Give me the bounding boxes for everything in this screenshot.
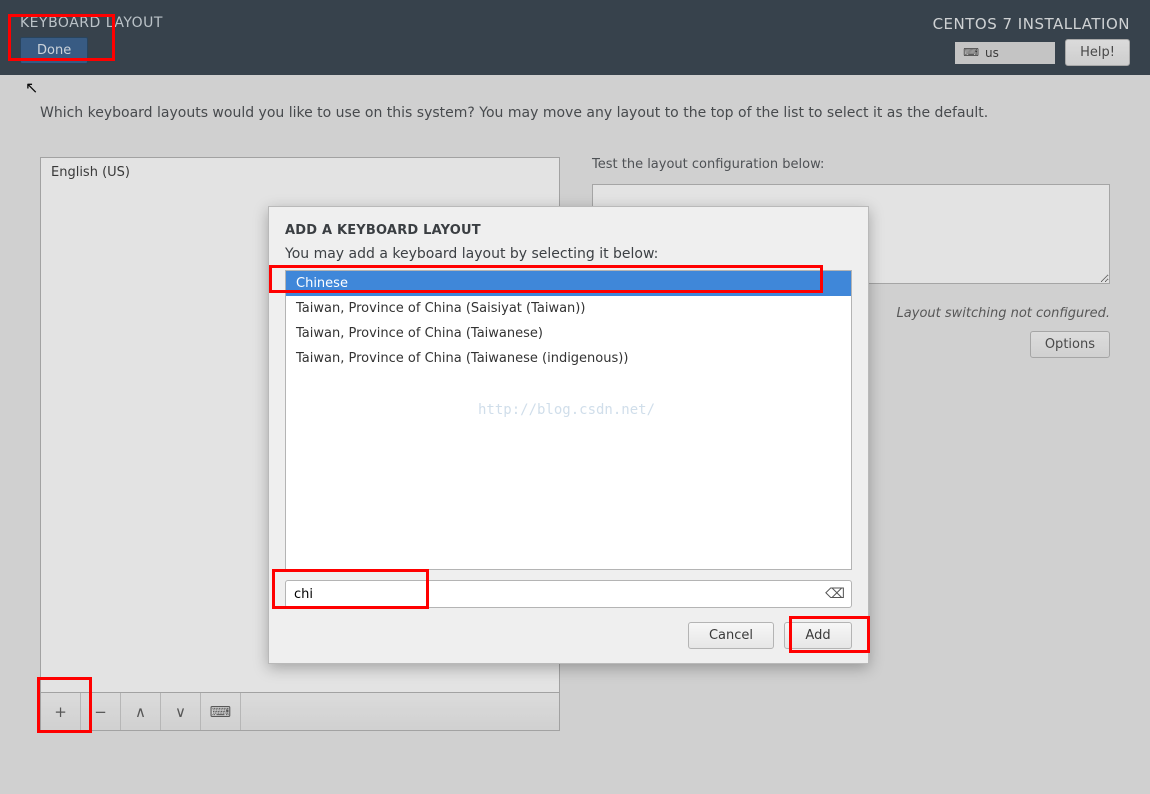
keyboard-icon: ⌨ [210,703,232,721]
chevron-down-icon: ∨ [175,703,186,721]
instructions-text: Which keyboard layouts would you like to… [40,105,1110,121]
preview-layout-button[interactable]: ⌨ [201,693,241,730]
keyboard-indicator[interactable]: ⌨ us [955,42,1055,64]
add-layout-dialog: ADD A KEYBOARD LAYOUT You may add a keyb… [268,206,869,664]
dialog-buttons: Cancel Add [285,622,852,649]
move-up-button[interactable]: ∧ [121,693,161,730]
options-button[interactable]: Options [1030,331,1110,358]
header-right: CENTOS 7 INSTALLATION ⌨ us Help! [933,15,1130,66]
dialog-search-input[interactable] [292,587,825,602]
move-down-button[interactable]: ∨ [161,693,201,730]
dialog-list-item[interactable]: Taiwan, Province of China (Saisiyat (Tai… [286,296,851,321]
plus-icon: + [54,703,67,721]
header-left: KEYBOARD LAYOUT Done [20,15,933,64]
test-label: Test the layout configuration below: [592,157,1110,172]
clear-search-icon[interactable]: ⌫ [825,586,845,602]
dialog-list-item[interactable]: Taiwan, Province of China (Taiwanese) [286,321,851,346]
page-title: KEYBOARD LAYOUT [20,15,933,31]
dialog-title: ADD A KEYBOARD LAYOUT [285,223,852,238]
brand-title: CENTOS 7 INSTALLATION [933,15,1130,33]
dialog-list-item[interactable]: Taiwan, Province of China (Taiwanese (in… [286,346,851,371]
keyboard-indicator-label: us [985,46,999,60]
keyboard-icon: ⌨ [963,46,979,59]
chevron-up-icon: ∧ [135,703,146,721]
minus-icon: − [94,703,107,721]
remove-layout-button[interactable]: − [81,693,121,730]
dialog-list-item[interactable]: Chinese [286,271,851,296]
add-layout-button[interactable]: + [41,693,81,730]
dialog-cancel-button[interactable]: Cancel [688,622,774,649]
done-button[interactable]: Done [20,37,88,64]
header-right-row: ⌨ us Help! [933,39,1130,66]
help-button[interactable]: Help! [1065,39,1130,66]
layout-list-item[interactable]: English (US) [41,158,559,187]
layout-toolbar: + − ∧ ∨ ⌨ [40,693,560,731]
dialog-subtitle: You may add a keyboard layout by selecti… [285,246,852,262]
dialog-search-row: ⌫ [285,580,852,608]
dialog-layout-list[interactable]: Chinese Taiwan, Province of China (Saisi… [285,270,852,570]
header: KEYBOARD LAYOUT Done CENTOS 7 INSTALLATI… [0,0,1150,75]
dialog-add-button[interactable]: Add [784,622,852,649]
